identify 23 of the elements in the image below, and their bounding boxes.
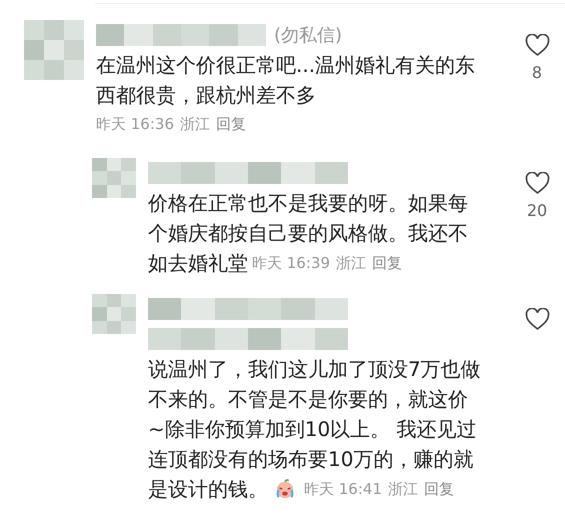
- reply-link[interactable]: 回复: [216, 110, 246, 138]
- reply-link[interactable]: 回复: [424, 475, 454, 503]
- like-heart-icon[interactable]: [524, 34, 550, 57]
- comment-location: 浙江: [388, 479, 418, 500]
- comment-text: 价格在正常也不是我要的呀。如果每 个婚庆都按自己要的风格做。我还不: [148, 190, 468, 247]
- like-count: 8: [532, 63, 542, 82]
- comment-text: 如去婚礼堂: [148, 250, 248, 277]
- like-count: 20: [526, 201, 548, 220]
- comment-location: 浙江: [336, 253, 366, 274]
- comment-text: 说温州了，我们这儿加了顶没7万也做 不来的。不管是不是你要的，就这价 ~除非你预算加到10以上。 我还见过 连顶都没有的场布要10万的，赚的就: [148, 356, 481, 473]
- comment-time: 昨天 16:39: [252, 253, 330, 274]
- blurred-avatar: [24, 20, 84, 80]
- comment-text: 在温州这个价很正常吧...温州婚礼有关的东 西都很贵，跟杭州差不多: [96, 52, 476, 109]
- blurred-avatar: [92, 294, 136, 334]
- comment-text: 是设计的钱。: [148, 476, 268, 503]
- blurred-avatar: [92, 158, 136, 198]
- comment-time: 昨天 16:36: [96, 114, 174, 135]
- like-heart-icon[interactable]: [524, 172, 550, 195]
- comment-location: 浙江: [180, 114, 210, 135]
- comment-time: 昨天 16:41: [304, 479, 382, 500]
- like-heart-icon[interactable]: [524, 308, 550, 331]
- name-note: (勿私信): [274, 24, 342, 47]
- reply-link[interactable]: 回复: [372, 249, 402, 277]
